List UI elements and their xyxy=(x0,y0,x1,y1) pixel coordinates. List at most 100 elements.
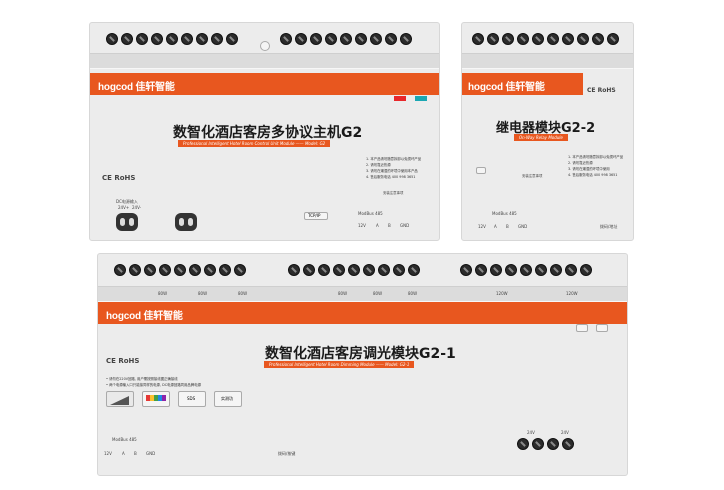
terminal-screw[interactable] xyxy=(408,264,420,276)
terminal-screw[interactable] xyxy=(502,33,514,45)
tcpip-label: TCP/IP xyxy=(308,213,321,218)
brand-logo: hogcod 佳轩智能 xyxy=(106,311,183,322)
module-subtitle: On-Way Relay Module xyxy=(514,134,568,141)
terminal-screw[interactable] xyxy=(166,33,178,45)
terminal-screw[interactable] xyxy=(114,264,126,276)
terminal-screw[interactable] xyxy=(333,264,345,276)
terminal-block-2[interactable] xyxy=(288,264,420,276)
terminal-block-left[interactable] xyxy=(106,33,238,45)
terminal-screw[interactable] xyxy=(106,33,118,45)
terminal-screw[interactable] xyxy=(520,264,532,276)
terminal-screw[interactable] xyxy=(348,264,360,276)
terminal-screw[interactable] xyxy=(226,33,238,45)
terminal-screw[interactable] xyxy=(565,264,577,276)
terminal-screw[interactable] xyxy=(475,264,487,276)
note-line: • 两个电源输入口只能接同样的电源, DC电源回路同用品牌电源 xyxy=(106,383,201,387)
terminal-screw[interactable] xyxy=(325,33,337,45)
status-led-box xyxy=(596,324,608,332)
terminal-screw[interactable] xyxy=(490,264,502,276)
terminal-screw[interactable] xyxy=(370,33,382,45)
terminal-screw[interactable] xyxy=(151,33,163,45)
group-label: 80W xyxy=(238,291,248,296)
terminal-screw[interactable] xyxy=(505,264,517,276)
terminal-screw[interactable] xyxy=(547,33,559,45)
group-label: 80W xyxy=(158,291,168,296)
terminal-block-right[interactable] xyxy=(280,33,412,45)
bus-pin: 12V xyxy=(104,451,112,456)
note-line: 4. 售后服务电话 400 998 3651 xyxy=(568,173,618,177)
indicator-red xyxy=(394,96,406,101)
signal-bars-icon xyxy=(110,396,129,405)
status-led-box xyxy=(476,167,486,174)
power-port[interactable] xyxy=(116,213,138,231)
main-controller-module: hogcod 佳轩智能 数智化酒店客房多协议主机G2 Professional … xyxy=(89,22,440,241)
terminal-screw[interactable] xyxy=(517,438,529,450)
terminal-screw[interactable] xyxy=(288,264,300,276)
power-port[interactable] xyxy=(175,213,197,231)
terminal-screw[interactable] xyxy=(204,264,216,276)
bus-label: ModBus 485 xyxy=(492,211,517,216)
terminal-screw[interactable] xyxy=(607,33,619,45)
reset-button[interactable] xyxy=(260,41,270,51)
terminal-screw[interactable] xyxy=(562,438,574,450)
terminal-screw[interactable] xyxy=(487,33,499,45)
terminal-screw[interactable] xyxy=(234,264,246,276)
terminal-screw[interactable] xyxy=(121,33,133,45)
terminal-screw[interactable] xyxy=(340,33,352,45)
terminal-screw[interactable] xyxy=(189,264,201,276)
terminal-screw[interactable] xyxy=(535,264,547,276)
brand-logo: hogcod 佳轩智能 xyxy=(98,82,175,93)
terminal-screw[interactable] xyxy=(580,264,592,276)
terminal-block-1[interactable] xyxy=(114,264,246,276)
terminal-screw[interactable] xyxy=(219,264,231,276)
terminal-screw[interactable] xyxy=(355,33,367,45)
terminal-screw[interactable] xyxy=(385,33,397,45)
power-label: 24V xyxy=(527,430,535,435)
terminal-screw[interactable] xyxy=(144,264,156,276)
terminal-screw[interactable] xyxy=(547,438,559,450)
terminal-screw[interactable] xyxy=(517,33,529,45)
tcpip-button[interactable]: TCP/IP xyxy=(304,212,328,220)
terminal-block-3[interactable] xyxy=(460,264,592,276)
terminal-screw[interactable] xyxy=(460,264,472,276)
corner-label: 拨码/按键 xyxy=(278,451,296,456)
note-line: 4. 售后服务电话 400 998 3651 xyxy=(366,175,416,179)
terminal-screw[interactable] xyxy=(400,33,412,45)
signal-icon xyxy=(106,391,134,407)
group-label: 120W xyxy=(496,291,508,296)
terminal-screw[interactable] xyxy=(310,33,322,45)
status-led-box xyxy=(576,324,588,332)
indicator-teal xyxy=(415,96,427,101)
terminal-screw[interactable] xyxy=(378,264,390,276)
terminal-screw[interactable] xyxy=(211,33,223,45)
terminal-screw[interactable] xyxy=(363,264,375,276)
terminal-screw[interactable] xyxy=(129,264,141,276)
terminal-screw[interactable] xyxy=(318,264,330,276)
terminal-screw[interactable] xyxy=(562,33,574,45)
power-terminal-block[interactable] xyxy=(517,438,574,450)
terminal-screw[interactable] xyxy=(532,33,544,45)
terminal-screw[interactable] xyxy=(592,33,604,45)
terminal-screw[interactable] xyxy=(303,264,315,276)
notes-list: 1. 本产品请勿随意拆卸以免损坏产品 2. 请勿靠近热源 3. 请勿在潮湿的环境… xyxy=(568,154,623,178)
terminal-screw[interactable] xyxy=(472,33,484,45)
terminal-screw[interactable] xyxy=(295,33,307,45)
terminal-screw[interactable] xyxy=(577,33,589,45)
badge-sds: SDS xyxy=(178,391,206,407)
terminal-screw[interactable] xyxy=(196,33,208,45)
terminal-screw[interactable] xyxy=(174,264,186,276)
terminal-screw[interactable] xyxy=(136,33,148,45)
power-label: 24V xyxy=(561,430,569,435)
cert-marks: CE RoHS xyxy=(102,174,136,182)
badge-label: 实测功 xyxy=(221,396,233,401)
terminal-screw[interactable] xyxy=(280,33,292,45)
terminal-screw[interactable] xyxy=(393,264,405,276)
terminal-screw[interactable] xyxy=(159,264,171,276)
corner-label: 拨码/地址 xyxy=(600,224,618,229)
badge-label: SDS xyxy=(187,396,196,401)
terminal-screw[interactable] xyxy=(550,264,562,276)
terminal-block[interactable] xyxy=(472,33,619,45)
terminal-screw[interactable] xyxy=(181,33,193,45)
terminal-screw[interactable] xyxy=(532,438,544,450)
port-label: 24V+ xyxy=(118,205,130,210)
